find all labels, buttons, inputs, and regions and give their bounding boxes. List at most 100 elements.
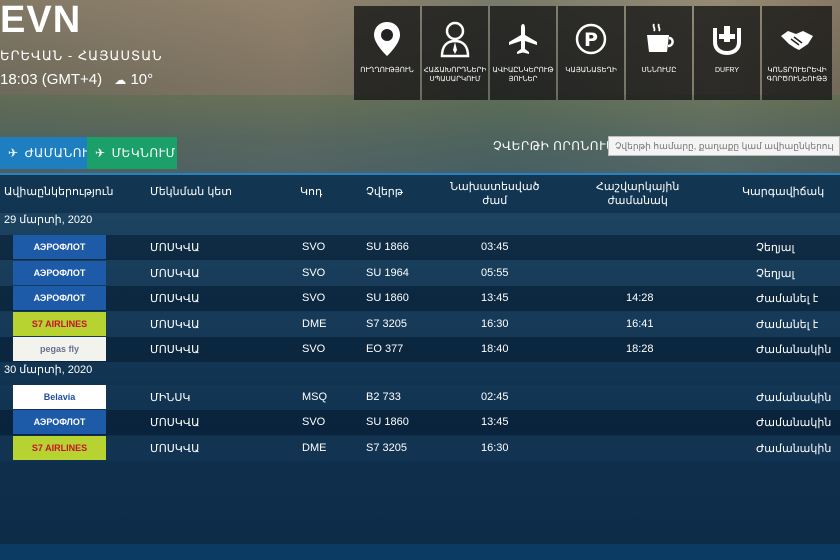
cell-code: SVO — [302, 292, 326, 304]
cell-code: SVO — [302, 416, 326, 428]
cell-flight: S7 3205 — [366, 317, 407, 330]
header-code: Կոդ — [300, 186, 323, 198]
header-flight: Չվերթ — [366, 186, 403, 198]
cell-origin: ՄՈՍԿՎԱ — [150, 417, 200, 429]
cell-scheduled: 03:45 — [481, 241, 509, 253]
airline-logo-aeroflot: АЭРОФЛОТ — [13, 286, 106, 310]
flight-row[interactable]: S7 AIRLINES ՄՈՍԿՎԱ DME S7 3205 16:30 16:41 Ժամ… — [0, 311, 840, 337]
cell-origin: ՄՈՍԿՎԱ — [150, 344, 200, 356]
cell-scheduled: 02:45 — [481, 390, 509, 403]
handshake-icon — [781, 31, 813, 50]
flight-row[interactable]: АЭРОФЛОТ ՄՈՍԿՎԱ SVO SU 1964 05:55 Չեղյալ — [0, 260, 840, 286]
cell-origin: ՄՈՍԿՎԱ — [150, 267, 200, 280]
cell-status: Ժամանել է — [756, 318, 819, 331]
menu-item-partners[interactable]: ԿՈՆՏՐՈՒԵՐԵՎԻ ԳՈՐԾՈՒՆԵՈՒԹՅ — [762, 6, 832, 100]
cloud-icon: ☁ — [114, 73, 127, 87]
tab-departures[interactable]: ✈ ՄԵԿՆՈՒՄ — [87, 137, 177, 169]
header-scheduled-line2: ժամ — [482, 195, 508, 207]
airline-logo-s7: S7 AIRLINES — [13, 311, 106, 336]
flight-row[interactable]: АЭРОФЛОТ ՄՈՍԿՎԱ SVO SU 1860 13:45 Ժամանակին — [0, 410, 840, 435]
flight-row[interactable]: pegas fly ՄՈՍԿՎԱ SVO EO 377 18:40 18:28 Ժամանա… — [0, 337, 840, 362]
cell-flight: EO 377 — [366, 343, 404, 355]
flight-row[interactable]: Belavia ՄԻՆՍԿ MSQ B2 733 02:45 Ժամանակին — [0, 384, 840, 410]
airport-code: EVN — [0, 0, 82, 41]
menu-label: ՍՆՆՈՒՄԸ — [641, 67, 677, 74]
cell-code: SVO — [302, 241, 326, 253]
flight-row[interactable]: АЭРОФЛОТ ՄՈՍԿՎԱ SVO SU 1860 13:45 14:28 Ժամանե… — [0, 286, 840, 311]
date-group-label: 30 մարտի, 2020 — [4, 363, 93, 376]
cell-origin: ՄԻՆՍԿ — [150, 391, 191, 404]
board-background — [0, 175, 840, 560]
flight-tabs: ✈ ԺԱՄԱՆՈՒՄ ✈ ՄԵԿՆՈՒՄ — [0, 137, 177, 169]
cell-code: DME — [302, 441, 327, 454]
header-estimated-line2: ժամանակ — [607, 195, 668, 207]
menu-label: DUFRY — [715, 67, 739, 74]
airport-location: ԵՐԵՎԱՆ - ՀԱՅԱՍՏԱՆ — [0, 48, 163, 63]
airline-logo-aeroflot: АЭРОФЛОТ — [13, 235, 106, 259]
flight-row[interactable]: S7 AIRLINES ՄՈՍԿՎԱ DME S7 3205 16:30 Ժամանակի… — [0, 435, 840, 461]
cell-flight: S7 3205 — [366, 441, 407, 454]
menu-label: ԿԱՅԱՆԱՏԵՂԻ — [565, 67, 617, 74]
footer-bar — [0, 544, 840, 560]
cell-estimated: 14:28 — [626, 292, 654, 304]
menu-label: ԿՈՆՏՐՈՒԵՐԵՎԻ ԳՈՐԾՈՒՆԵՈՒԹՅ — [766, 67, 828, 83]
cell-estimated: 16:41 — [626, 317, 654, 330]
search-label: ՉՎԵՐԹԻ ՈՐՈՆՈՒՄ — [493, 139, 617, 153]
flight-row[interactable]: АЭРОФЛОТ ՄՈՍԿՎԱ SVO SU 1866 03:45 Չեղյալ — [0, 235, 840, 260]
cell-flight: SU 1964 — [366, 266, 409, 279]
airline-logo-text: pegas fly — [39, 344, 79, 354]
menu-item-passenger-service[interactable]: ՀԱՃԱԽՈՐԴՆԵՐԻ ՍՊԱՍԱՐԿՈՒՄ — [422, 6, 488, 100]
cell-code: DME — [302, 317, 327, 330]
cell-status: Ժամանակին — [756, 344, 832, 356]
menu-item-dufry[interactable]: DUFRY — [694, 6, 760, 100]
menu-item-airlines[interactable]: ԱՎԻԱԸՆԿԵՐՈՒԹ ՅՈՒՆԵՐ — [490, 6, 556, 100]
passenger-service-icon — [440, 21, 470, 58]
menu-label: ՀԱՃԱԽՈՐԴՆԵՐԻ ՍՊԱՍԱՐԿՈՒՄ — [423, 67, 487, 83]
airline-logo-pegas: pegas fly — [13, 337, 106, 361]
cell-flight: SU 1866 — [366, 241, 409, 253]
cell-origin: ՄՈՍԿՎԱ — [150, 318, 200, 331]
header-scheduled-line1: Նախատեսված — [450, 181, 540, 193]
table-header: Ավիաընկերություն Մեկնման կետ Կոդ Չվերթ Ն… — [0, 173, 840, 213]
cell-code: SVO — [302, 266, 326, 279]
tab-label: ՄԵԿՆՈՒՄ — [111, 146, 176, 160]
cell-status: Ժամանակին — [756, 417, 832, 429]
airline-logo-text: АЭРОФЛОТ — [33, 417, 86, 427]
cell-origin: ՄՈՍԿՎԱ — [150, 293, 200, 305]
search-input[interactable] — [608, 136, 840, 156]
cell-scheduled: 05:55 — [481, 266, 509, 279]
cell-flight: SU 1860 — [366, 292, 409, 304]
menu-label: ՈՒՂՂՈՒԹՅՈՒՆ — [360, 67, 414, 74]
takeoff-plane-icon: ✈ — [95, 146, 106, 160]
cell-scheduled: 13:45 — [481, 416, 509, 428]
cell-origin: ՄՈՍԿՎԱ — [150, 442, 200, 455]
airline-logo-s7: S7 AIRLINES — [13, 435, 106, 460]
cell-status: Ժամանել է — [756, 293, 819, 305]
tab-arrivals[interactable]: ✈ ԺԱՄԱՆՈՒՄ — [0, 137, 98, 169]
cell-status: Ժամանակին — [756, 442, 832, 455]
header-estimated: Հաշվարկային ժամանակ — [596, 180, 679, 208]
airline-logo-text: АЭРОФЛОТ — [33, 242, 86, 252]
menu-item-directions[interactable]: ՈՒՂՂՈՒԹՅՈՒՆ — [354, 6, 420, 100]
cell-flight: SU 1860 — [366, 416, 409, 428]
cell-status: Չեղյալ — [756, 242, 795, 254]
landing-plane-icon: ✈ — [8, 146, 19, 160]
airline-logo-text: S7 AIRLINES — [31, 442, 88, 453]
cell-scheduled: 16:30 — [481, 441, 509, 454]
airline-logo-text: АЭРОФЛОТ — [33, 267, 86, 278]
airline-logo-belavia: Belavia — [13, 384, 106, 409]
local-time: 18:03 (GMT+4) — [0, 71, 103, 88]
header-origin: Մեկնման կետ — [150, 186, 232, 198]
location-pin-icon — [374, 22, 400, 56]
main-menu: ՈՒՂՂՈՒԹՅՈՒՆ ՀԱՃԱԽՈՐԴՆԵՐԻ ՍՊԱՍԱՐԿՈՒՄ ԱՎԻԱ… — [354, 6, 834, 100]
cell-status: Ժամանակին — [756, 391, 832, 404]
menu-item-food[interactable]: ՍՆՆՈՒՄԸ — [626, 6, 692, 100]
airline-logo-aeroflot: АЭРОФЛОТ — [13, 410, 106, 434]
cell-origin: ՄՈՍԿՎԱ — [150, 242, 200, 254]
cell-code: SVO — [302, 343, 326, 355]
header-estimated-line1: Հաշվարկային — [596, 181, 680, 193]
cell-flight: B2 733 — [366, 390, 401, 403]
cell-scheduled: 13:45 — [481, 292, 509, 304]
menu-label: ԱՎԻԱԸՆԿԵՐՈՒԹ ՅՈՒՆԵՐ — [492, 67, 554, 83]
menu-item-parking[interactable]: P ԿԱՅԱՆԱՏԵՂԻ — [558, 6, 624, 100]
